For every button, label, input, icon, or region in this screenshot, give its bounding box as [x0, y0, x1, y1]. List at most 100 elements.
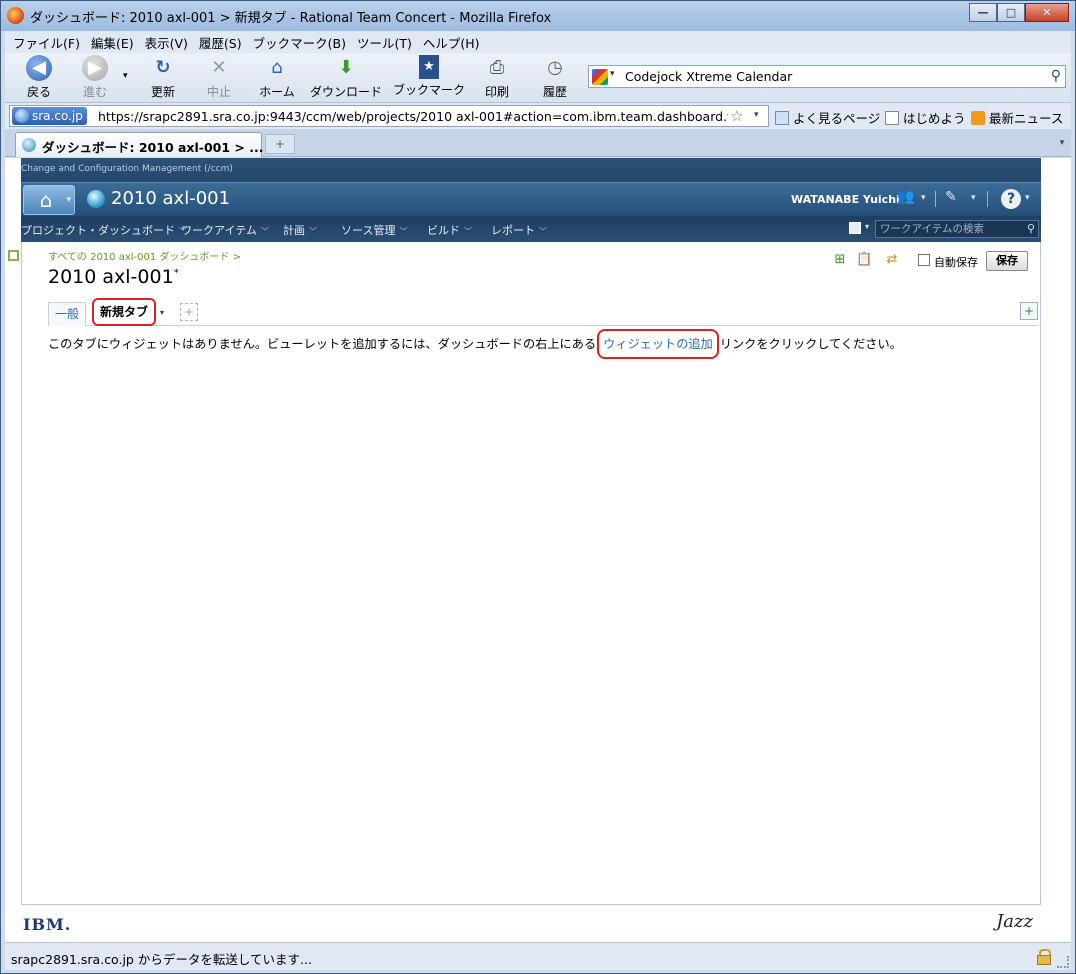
menu-help[interactable]: ヘルプ(H)	[423, 33, 480, 52]
site-identity-label: sra.co.jp	[32, 109, 83, 123]
menu-bookmarks[interactable]: ブックマーク(B)	[253, 33, 346, 52]
user-name[interactable]: WATANABE Yuichi	[791, 193, 900, 206]
minimize-button[interactable]: —	[969, 3, 997, 22]
home-label: ホーム	[259, 85, 295, 99]
project-name[interactable]: 2010 axl-001	[111, 188, 230, 209]
url-field[interactable]: sra.co.jp https://srapc2891.sra.co.jp:94…	[9, 105, 769, 127]
url-text[interactable]: https://srapc2891.sra.co.jp:9443/ccm/web…	[98, 109, 728, 124]
browser-tab-label: ダッシュボード: 2010 axl-001 > ...	[42, 140, 264, 155]
home-menu-button[interactable]: ⌂ ▾	[23, 185, 75, 215]
site-identity-button[interactable]: sra.co.jp	[12, 107, 87, 125]
dashboard-panel: すべての 2010 axl-001 ダッシュボード > 2010 axl-001…	[8, 242, 1041, 904]
stop-button[interactable]: ✕ 中止	[199, 55, 239, 100]
globe-icon	[15, 109, 29, 123]
new-tab-button[interactable]: +	[265, 134, 295, 154]
bookmark-most-visited[interactable]: よく見るページ	[775, 108, 880, 127]
history-label: 履歴	[542, 85, 567, 99]
work-item-search-input[interactable]: ワークアイテムの検索 ⚲	[875, 220, 1039, 238]
dashboard-icon[interactable]	[8, 250, 19, 261]
search-input[interactable]: Codejock Xtreme Calendar	[625, 69, 792, 84]
save-button[interactable]: 保存	[986, 251, 1028, 271]
message-text-before: このタブにウィジェットはありません。ビューレットを追加するには、ダッシュボードの…	[48, 337, 597, 351]
nav-reports[interactable]: レポート ﹀	[491, 222, 547, 238]
nav-work-items[interactable]: ワークアイテム ﹀	[181, 222, 269, 238]
title-bar: ダッシュボード: 2010 axl-001 > 新規タブ - Rational …	[1, 1, 1075, 31]
google-icon[interactable]	[592, 69, 608, 85]
forward-button[interactable]: ▶ 進む	[75, 55, 115, 100]
chevron-down-icon[interactable]: ▾	[610, 69, 615, 79]
menu-edit[interactable]: 編集(E)	[91, 33, 134, 52]
stop-label: 中止	[206, 85, 231, 99]
lock-icon[interactable]	[1037, 949, 1051, 965]
reload-button[interactable]: ↻ 更新	[143, 55, 183, 100]
status-text: srapc2891.sra.co.jp からデータを転送しています...	[11, 952, 312, 967]
rtc-header: Change and Configuration Management (/cc…	[21, 158, 1041, 242]
page-footer: IBM. Jazz	[21, 904, 1041, 942]
bookmark-getting-started[interactable]: はじめよう	[885, 108, 966, 127]
home-icon: ⌂	[271, 57, 283, 78]
bookmark-label: 最新ニュース	[989, 111, 1064, 126]
tools-icon[interactable]: ✎	[945, 189, 957, 205]
window-title: ダッシュボード: 2010 axl-001 > 新規タブ - Rational …	[30, 11, 552, 26]
home-button[interactable]: ⌂ ホーム	[255, 55, 299, 100]
add-tab-icon[interactable]: +	[180, 303, 198, 321]
refresh-icon[interactable]: ⇄	[884, 252, 900, 268]
users-icon[interactable]: 👥	[897, 189, 914, 205]
chevron-down-icon[interactable]: ▾	[971, 193, 976, 203]
search-icon[interactable]: ⚲	[1051, 68, 1061, 84]
firefox-icon	[7, 7, 24, 24]
dashboard-tabs: 一般 新規タブ ▾ + +	[48, 298, 1038, 326]
bookmark-label: はじめよう	[903, 111, 966, 126]
close-button[interactable]: ✕	[1025, 3, 1069, 22]
search-icon[interactable]: ⚲	[1027, 221, 1035, 237]
location-bar-row: sra.co.jp https://srapc2891.sra.co.jp:94…	[5, 103, 1071, 129]
printer-icon: ⎙	[489, 57, 505, 78]
stop-icon: ✕	[211, 57, 227, 78]
nav-source-control[interactable]: ソース管理 ﹀	[341, 222, 407, 238]
search-bar[interactable]: ▾ Codejock Xtreme Calendar ⚲	[588, 65, 1066, 88]
chevron-down-icon[interactable]: ▾	[1055, 134, 1069, 152]
help-icon[interactable]: ?	[1001, 189, 1021, 209]
tab-general[interactable]: 一般	[48, 302, 86, 326]
tab-new[interactable]: 新規タブ	[92, 298, 156, 326]
clipboard-icon[interactable]: 📋	[856, 252, 872, 268]
browser-window: ダッシュボード: 2010 axl-001 > 新規タブ - Rational …	[0, 0, 1076, 974]
chevron-down-icon[interactable]: ▾	[1025, 193, 1030, 203]
maximize-button[interactable]: □	[997, 3, 1025, 22]
project-bar: ⌂ ▾ 2010 axl-001 WATANABE Yuichi 👥 ▾ ✎ ▾…	[21, 182, 1041, 216]
history-button[interactable]: ◷ 履歴	[537, 55, 573, 100]
bookmark-label: よく見るページ	[793, 111, 881, 126]
widgets-icon[interactable]: ⊞	[832, 252, 848, 268]
chevron-down-icon[interactable]: ▾	[865, 222, 869, 231]
resize-grip-icon[interactable]	[1057, 956, 1069, 968]
chevron-down-icon[interactable]: ▾	[160, 308, 164, 317]
history-dropdown-icon[interactable]: ▾	[123, 71, 128, 81]
nav-project-dashboard[interactable]: プロジェクト・ダッシュボード ﹀	[21, 222, 187, 238]
menu-history[interactable]: 履歴(S)	[199, 33, 242, 52]
autosave-label: 自動保存	[934, 256, 978, 269]
download-button[interactable]: ⬇ ダウンロード	[307, 55, 385, 100]
add-widget-link[interactable]: ウィジェットの追加	[597, 329, 719, 359]
bookmark-latest-news[interactable]: 最新ニュース	[971, 108, 1063, 127]
autosave-checkbox[interactable]	[918, 254, 930, 266]
menu-file[interactable]: ファイル(F)	[13, 33, 80, 52]
breadcrumb[interactable]: すべての 2010 axl-001 ダッシュボード >	[48, 248, 241, 263]
add-widget-icon[interactable]: +	[1020, 302, 1038, 320]
bookmarks-button[interactable]: ★ ブックマーク	[391, 55, 467, 98]
chevron-down-icon[interactable]: ▾	[921, 193, 926, 203]
print-button[interactable]: ⎙ 印刷	[479, 55, 515, 100]
work-item-type-icon[interactable]	[849, 222, 861, 234]
back-button[interactable]: ◀ 戻る	[19, 55, 59, 100]
menu-bar: ファイル(F) 編集(E) 表示(V) 履歴(S) ブックマーク(B) ツール(…	[5, 31, 1071, 53]
bookmark-star-icon[interactable]: ☆	[730, 107, 743, 125]
reload-icon: ↻	[155, 57, 171, 78]
page-icon	[775, 111, 789, 125]
nav-builds[interactable]: ビルド ﹀	[427, 222, 472, 238]
nav-plans[interactable]: 計画 ﹀	[283, 222, 317, 238]
menu-view[interactable]: 表示(V)	[145, 33, 188, 52]
page-title: 2010 axl-001*	[48, 266, 179, 288]
chevron-down-icon[interactable]: ▾	[754, 110, 759, 120]
menu-tools[interactable]: ツール(T)	[357, 33, 412, 52]
browser-tab-dashboard[interactable]: ダッシュボード: 2010 axl-001 > ...	[15, 132, 264, 157]
back-label: 戻る	[26, 85, 51, 99]
